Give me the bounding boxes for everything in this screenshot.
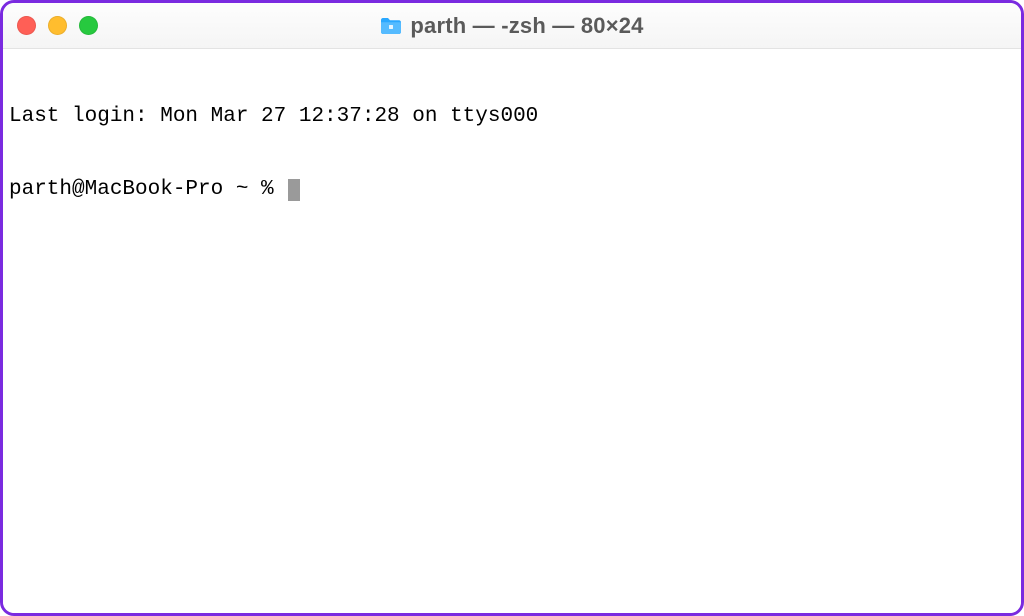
last-login-line: Last login: Mon Mar 27 12:37:28 on ttys0… xyxy=(9,105,1015,129)
window-title: parth — -zsh — 80×24 xyxy=(410,13,643,39)
prompt-line: parth@MacBook-Pro ~ % xyxy=(9,178,1015,202)
terminal-window: parth — -zsh — 80×24 Last login: Mon Mar… xyxy=(0,0,1024,616)
window-title-container: parth — -zsh — 80×24 xyxy=(3,13,1021,39)
maximize-button[interactable] xyxy=(79,16,98,35)
prompt-text: parth@MacBook-Pro ~ % xyxy=(9,178,286,202)
cursor xyxy=(288,179,300,201)
traffic-lights xyxy=(17,16,98,35)
close-button[interactable] xyxy=(17,16,36,35)
titlebar: parth — -zsh — 80×24 xyxy=(3,3,1021,49)
folder-icon xyxy=(380,17,402,35)
minimize-button[interactable] xyxy=(48,16,67,35)
terminal-body[interactable]: Last login: Mon Mar 27 12:37:28 on ttys0… xyxy=(3,49,1021,613)
